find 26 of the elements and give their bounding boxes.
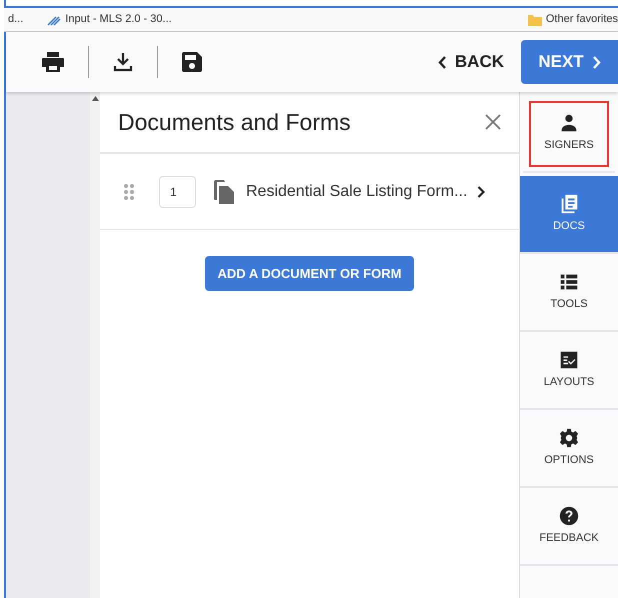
chevron-right-icon	[592, 56, 601, 68]
drag-handle-icon[interactable]	[123, 182, 135, 200]
help-icon	[558, 505, 580, 528]
chevron-left-icon	[438, 56, 447, 68]
sidebar-tab[interactable]: DOCS	[520, 176, 618, 254]
layout-icon	[558, 349, 580, 372]
order-field[interactable]: 1	[159, 176, 196, 208]
bookmark-label[interactable]: Input - MLS 2.0 - 30...	[65, 11, 172, 28]
back-button[interactable]: BACK	[438, 49, 504, 75]
bookmark-label[interactable]: Other favorites	[546, 11, 618, 28]
scroll-up-icon[interactable]	[92, 96, 98, 101]
print-icon[interactable]	[42, 52, 64, 72]
bookmark-label[interactable]: d...	[8, 11, 24, 28]
save-icon[interactable]	[182, 52, 202, 72]
document-title[interactable]: Residential Sale Listing Form...	[246, 180, 468, 204]
link-icon	[47, 14, 62, 26]
download-icon[interactable]	[113, 52, 133, 72]
add-document-button[interactable]: ADD A DOCUMENT OR FORM	[204, 256, 414, 291]
chevron-right-icon[interactable]	[477, 186, 486, 198]
panel-title: Documents and Forms	[118, 108, 351, 137]
gear-icon	[558, 427, 580, 450]
folder-icon	[528, 14, 542, 26]
document-icon	[214, 180, 234, 204]
scrollbar[interactable]	[90, 92, 100, 598]
close-icon[interactable]	[485, 114, 501, 130]
next-button[interactable]: NEXT	[521, 40, 618, 84]
